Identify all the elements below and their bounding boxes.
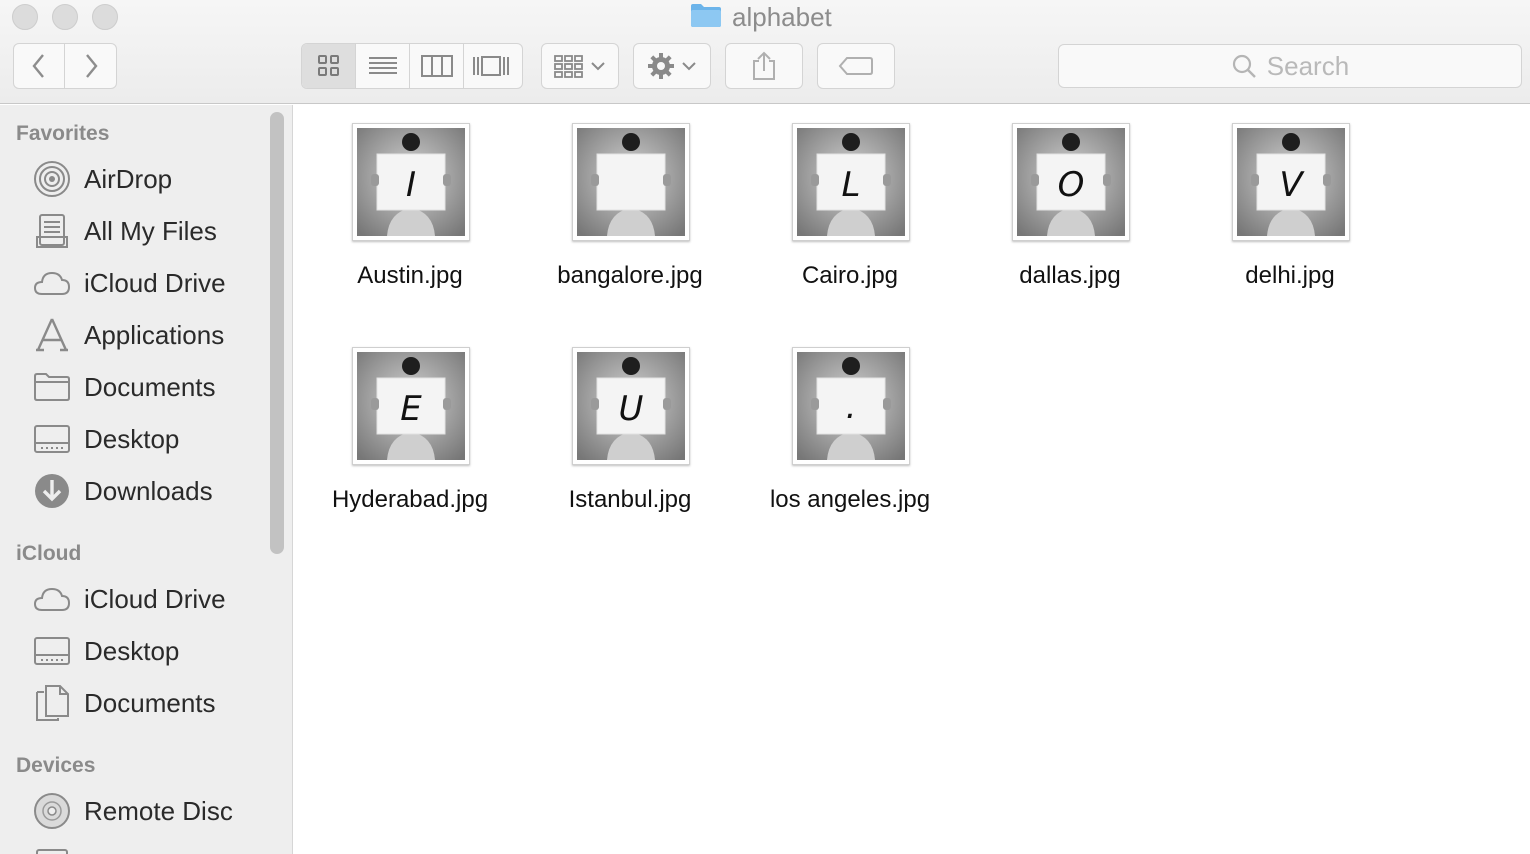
- chevron-right-icon: [85, 54, 98, 78]
- sidebar-item-label: iCloud Drive: [84, 267, 226, 298]
- window-title-text: alphabet: [732, 1, 832, 32]
- columns-icon: [420, 55, 453, 77]
- sign-letter: U: [619, 389, 644, 429]
- file-name: delhi.jpg: [1245, 262, 1335, 289]
- action-button[interactable]: [633, 43, 711, 89]
- sidebar-item-label: Desktop: [84, 423, 180, 454]
- share-icon: [753, 51, 775, 80]
- sidebar-item-label: AirDrop: [84, 163, 173, 194]
- cloud-icon: [32, 579, 72, 619]
- image-thumbnail: U: [572, 347, 690, 465]
- sidebar-item-icloud-drive[interactable]: iCloud Drive: [32, 263, 226, 303]
- desktop-icon: [32, 631, 72, 671]
- desktop-icon: [32, 419, 72, 459]
- sidebar-item-label: Documents: [84, 371, 216, 402]
- window-toolbar: alphabet Search: [0, 0, 1530, 104]
- sidebar-item-desktop[interactable]: Desktop: [32, 419, 179, 459]
- downloads-icon: [32, 471, 72, 511]
- sidebar-item-icloud-drive-2[interactable]: iCloud Drive: [32, 579, 226, 619]
- disk-icon: [32, 843, 72, 854]
- sidebar-item-airdrop[interactable]: AirDrop: [32, 159, 172, 199]
- image-thumbnail: L: [792, 123, 910, 241]
- close-window-button[interactable]: [12, 4, 38, 30]
- sidebar-item-label: Downloads: [84, 475, 213, 506]
- search-field[interactable]: Search: [1058, 44, 1522, 88]
- sign-letter: V: [1279, 165, 1305, 205]
- sidebar-item-device-partial[interactable]: [32, 843, 72, 854]
- folder-icon: [690, 2, 722, 33]
- sidebar-section-devices: Devices: [16, 754, 96, 777]
- airdrop-icon: [32, 159, 72, 199]
- chevron-left-icon: [32, 54, 44, 78]
- file-item[interactable]: . los angeles.jpg: [750, 347, 950, 547]
- column-view-button[interactable]: [410, 44, 464, 88]
- minimize-window-button[interactable]: [52, 4, 78, 30]
- chevron-down-icon: [682, 62, 696, 71]
- sidebar-item-all-my-files[interactable]: All My Files: [32, 211, 217, 251]
- file-icon-grid: I Austin.jpg bangalore.jpg L Cairo.jpg Odalla…: [294, 105, 1530, 854]
- zoom-window-button[interactable]: [92, 4, 118, 30]
- file-item[interactable]: Vdelhi.jpg: [1190, 123, 1390, 323]
- arrange-button[interactable]: [541, 43, 619, 89]
- all-my-files-icon: [32, 211, 72, 251]
- search-placeholder: Search: [1266, 50, 1350, 81]
- file-item[interactable]: I Austin.jpg: [310, 123, 510, 323]
- sign-letter: .: [846, 387, 857, 427]
- sidebar-item-label: Documents: [84, 687, 216, 718]
- folder-icon: [32, 367, 72, 407]
- cloud-icon: [32, 263, 72, 303]
- sidebar-item-documents-2[interactable]: Documents: [32, 683, 216, 723]
- tag-icon: [838, 57, 873, 75]
- file-item[interactable]: Odallas.jpg: [970, 123, 1170, 323]
- cover-flow-button[interactable]: [464, 44, 518, 88]
- sidebar-item-label: Desktop: [84, 635, 180, 666]
- image-thumbnail: .: [792, 347, 910, 465]
- sign-letter: E: [400, 389, 422, 429]
- search-icon: [1232, 54, 1256, 78]
- disc-icon: [32, 791, 72, 831]
- file-item[interactable]: E Hyderabad.jpg: [310, 347, 510, 547]
- navigation-buttons: [13, 43, 117, 89]
- file-item[interactable]: L Cairo.jpg: [750, 123, 950, 323]
- sidebar-item-label: All My Files: [84, 215, 217, 246]
- image-thumbnail: O: [1012, 123, 1130, 241]
- share-button[interactable]: [725, 43, 803, 89]
- forward-button[interactable]: [65, 44, 116, 88]
- chevron-down-icon: [591, 62, 605, 71]
- sidebar-item-label: Applications: [84, 319, 225, 350]
- applications-icon: [32, 315, 72, 355]
- sidebar-item-desktop-2[interactable]: Desktop: [32, 631, 179, 671]
- sidebar-item-label: Remote Disc: [84, 795, 233, 826]
- image-thumbnail: I: [352, 123, 470, 241]
- view-mode-control: [301, 43, 523, 89]
- image-thumbnail: E: [352, 347, 470, 465]
- sign-letter: I: [406, 165, 416, 205]
- sign-letter: O: [1058, 165, 1085, 205]
- sidebar-item-applications[interactable]: Applications: [32, 315, 224, 355]
- gear-icon: [648, 53, 674, 79]
- sidebar: Favorites AirDrop All My Files iCloud Dr…: [0, 105, 293, 854]
- image-thumbnail: V: [1232, 123, 1350, 241]
- file-item[interactable]: bangalore.jpg: [530, 123, 730, 323]
- sidebar-item-label: iCloud Drive: [84, 583, 226, 614]
- grid-icon: [317, 55, 339, 76]
- window-title: alphabet: [690, 2, 832, 32]
- sign-letter: L: [842, 165, 861, 205]
- cover-flow-icon: [473, 56, 509, 76]
- icon-view-button[interactable]: [302, 44, 356, 88]
- back-button[interactable]: [14, 44, 66, 88]
- sidebar-item-documents[interactable]: Documents: [32, 367, 216, 407]
- sidebar-section-favorites: Favorites: [16, 122, 110, 145]
- file-item[interactable]: U Istanbul.jpg: [530, 347, 730, 547]
- arrange-icon: [554, 55, 583, 78]
- sidebar-item-remote-disc[interactable]: Remote Disc: [32, 791, 233, 831]
- list-view-button[interactable]: [356, 44, 410, 88]
- document-icon: [32, 683, 72, 723]
- tags-button[interactable]: [817, 43, 895, 89]
- image-thumbnail: [572, 123, 690, 241]
- list-icon: [368, 57, 397, 74]
- file-name: los angeles.jpg: [769, 486, 931, 513]
- sidebar-section-icloud: iCloud: [16, 542, 82, 565]
- sidebar-item-downloads[interactable]: Downloads: [32, 471, 213, 511]
